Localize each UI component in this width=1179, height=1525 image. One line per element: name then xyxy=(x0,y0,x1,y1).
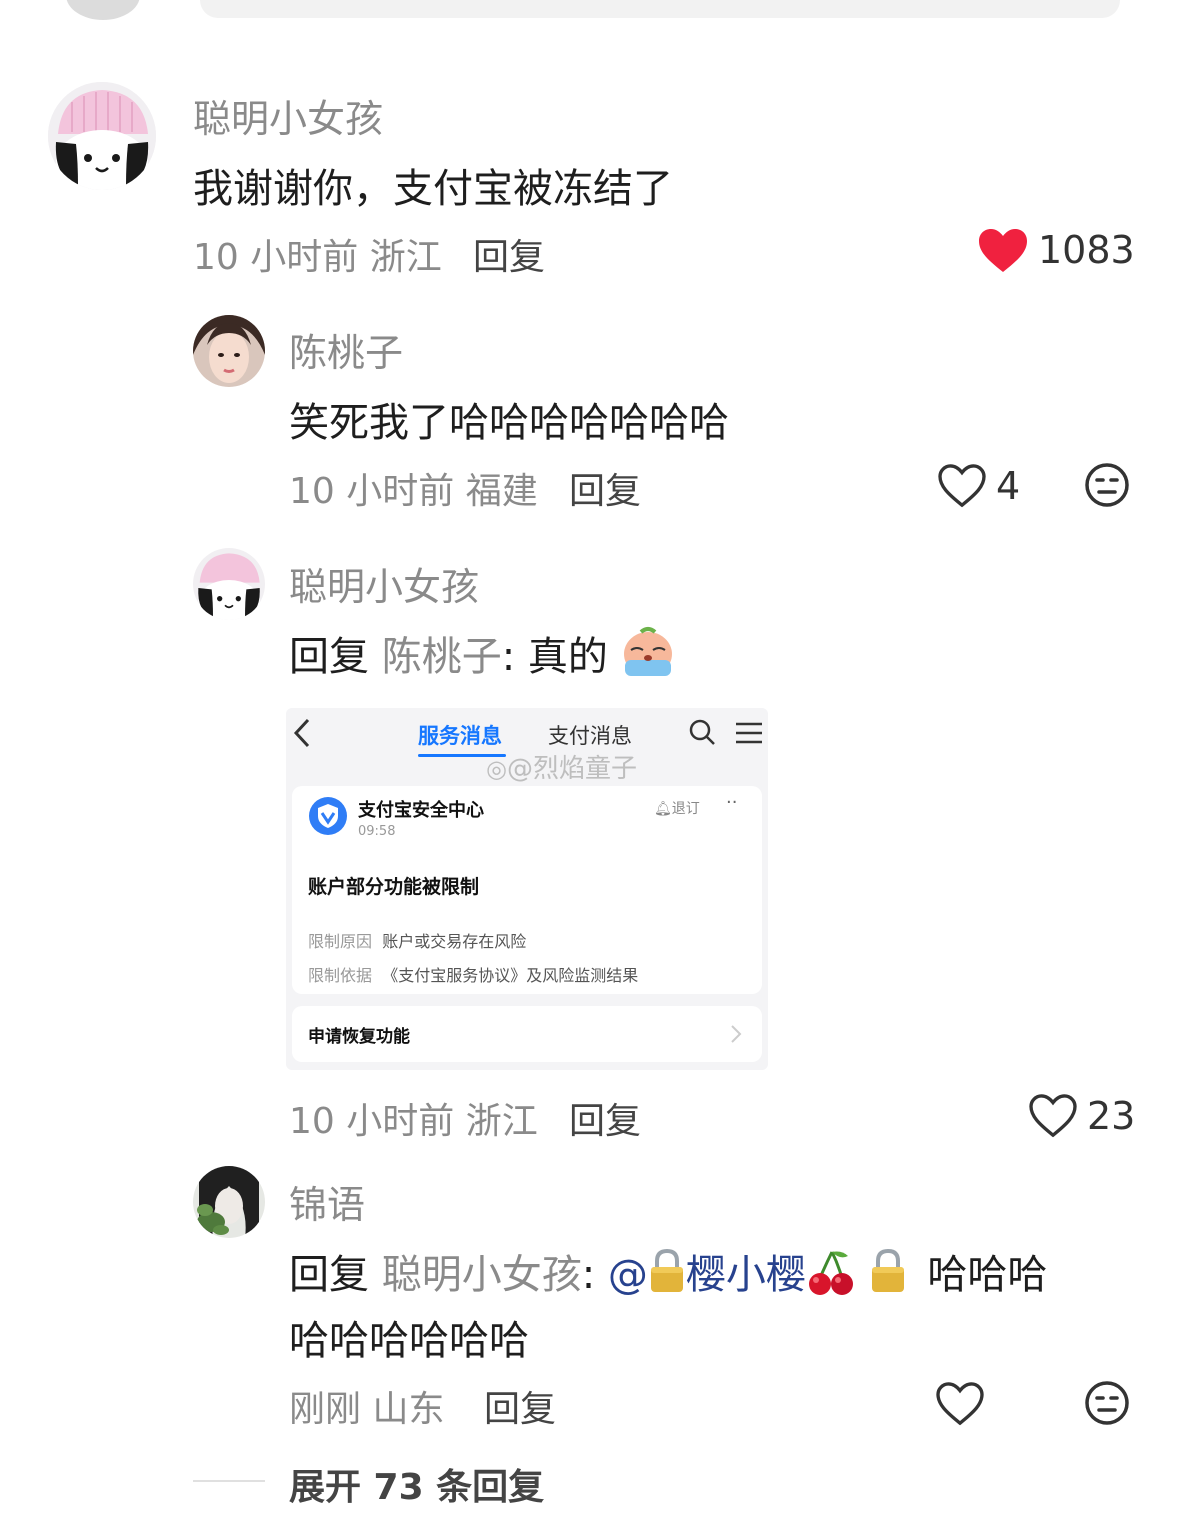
reply-prefix: 回复 xyxy=(289,1252,369,1298)
heart-outline-icon xyxy=(1029,1094,1077,1138)
cherry-icon xyxy=(808,1251,853,1295)
comment-author[interactable]: 聪明小女孩 xyxy=(289,556,479,611)
reply-target[interactable]: 聪明小女孩 xyxy=(382,1252,582,1298)
reply-button[interactable]: 回复 xyxy=(484,1380,556,1432)
attachment-image[interactable]: 服务消息 支付消息 ◎@烈焰童子 支付宝安全中心 09:58 🔔︎退订 ·· 账… xyxy=(286,708,768,1070)
mention-at[interactable]: @ xyxy=(608,1252,648,1298)
comment-location: 福建 xyxy=(465,471,538,512)
dislike-emoji-button[interactable] xyxy=(1084,1380,1130,1426)
comment-time: 10 小时前 xyxy=(289,1101,455,1142)
avatar[interactable] xyxy=(193,315,265,387)
avatar[interactable] xyxy=(48,82,156,190)
comment-time: 10 小时前 xyxy=(193,237,359,278)
dislike-emoji-button[interactable] xyxy=(1084,462,1130,508)
crying-emoji-icon xyxy=(623,627,672,676)
reply-button[interactable]: 回复 xyxy=(569,1092,641,1144)
bell-icon: 🔔︎ xyxy=(654,801,672,817)
like-count: 23 xyxy=(1087,1094,1136,1138)
message-headline: 账户部分功能被限制 xyxy=(308,876,480,898)
search-icon xyxy=(689,719,715,745)
comment-author[interactable]: 聪明小女孩 xyxy=(193,88,383,143)
expand-divider xyxy=(193,1480,265,1482)
comment-text: 我谢谢你，支付宝被冻结了 xyxy=(193,166,673,212)
back-arrow-icon xyxy=(293,718,310,748)
comment-text: 回复 聪明小女孩: @ 樱小樱 哈哈哈 xyxy=(289,1242,1047,1300)
shield-icon xyxy=(309,797,347,835)
message-card: 支付宝安全中心 09:58 🔔︎退订 ·· 账户部分功能被限制 限制原因 账户或… xyxy=(292,786,762,994)
menu-icon xyxy=(736,722,762,744)
like-button[interactable] xyxy=(936,1380,986,1430)
tab-service-messages[interactable]: 服务消息 xyxy=(418,720,502,750)
mention-user[interactable]: 樱小樱 xyxy=(686,1252,806,1298)
heart-filled-icon xyxy=(979,229,1027,272)
like-count: 1083 xyxy=(1038,228,1135,272)
comment-meta: 10 小时前 福建 xyxy=(289,462,538,514)
comment-time: 10 小时前 xyxy=(289,471,455,512)
reply-target[interactable]: 陈桃子 xyxy=(382,634,502,680)
reply-prefix: 回复 xyxy=(289,634,369,680)
lock-icon xyxy=(650,1248,683,1292)
chevron-right-icon xyxy=(731,1025,742,1043)
comment-body: 真的 xyxy=(527,634,608,680)
like-count: 4 xyxy=(996,464,1021,508)
comment-location: 浙江 xyxy=(465,1101,538,1142)
comment-text: 笑死我了哈哈哈哈哈哈哈 xyxy=(289,400,729,446)
heart-outline-icon xyxy=(936,1382,984,1426)
more-icon[interactable]: ·· xyxy=(726,792,737,813)
comment-meta: 10 小时前 浙江 xyxy=(289,1092,538,1144)
previous-input-edge xyxy=(200,0,1120,18)
like-button[interactable]: 23 xyxy=(1029,1092,1139,1142)
like-button[interactable]: 1083 xyxy=(978,226,1138,278)
previous-avatar-edge xyxy=(66,0,140,20)
tab-payment-messages[interactable]: 支付消息 xyxy=(548,720,632,750)
comment-author[interactable]: 锦语 xyxy=(289,1174,365,1229)
like-button[interactable]: 4 xyxy=(938,462,1028,512)
expand-replies-button[interactable]: 展开 73 条回复 xyxy=(289,1458,544,1510)
comment-body: 哈哈哈 xyxy=(927,1252,1048,1298)
comment-text: 回复 陈桃子: 真的 xyxy=(289,624,675,682)
avatar[interactable] xyxy=(193,1166,265,1238)
comment-location: 浙江 xyxy=(369,237,442,278)
meh-face-icon xyxy=(1085,1381,1129,1425)
detail-row: 限制原因 账户或交易存在风险 xyxy=(308,932,527,951)
weibo-icon: ◎ xyxy=(486,755,507,783)
comment-meta: 10 小时前 浙江 xyxy=(193,228,442,280)
reply-button[interactable]: 回复 xyxy=(473,228,545,280)
send-time: 09:58 xyxy=(358,824,396,839)
unsubscribe-button[interactable]: 🔔︎退订 xyxy=(654,798,700,818)
restore-function-button[interactable]: 申请恢复功能 xyxy=(292,1006,762,1062)
avatar[interactable] xyxy=(193,548,265,620)
sender-name: 支付宝安全中心 xyxy=(358,800,484,821)
reply-button[interactable]: 回复 xyxy=(569,462,641,514)
comment-author[interactable]: 陈桃子 xyxy=(289,322,403,377)
comment-location: 山东 xyxy=(372,1389,445,1430)
comment-time: 刚刚 xyxy=(289,1389,362,1430)
detail-row: 限制依据 《支付宝服务协议》及风险监测结果 xyxy=(308,966,639,985)
watermark: ◎@烈焰童子 xyxy=(486,754,637,784)
lock-icon xyxy=(871,1248,904,1292)
comment-text-line2: 哈哈哈哈哈哈 xyxy=(289,1318,529,1364)
heart-outline-icon xyxy=(938,464,986,508)
meh-face-icon xyxy=(1085,463,1129,507)
comment-meta: 刚刚 山东 xyxy=(289,1380,444,1432)
